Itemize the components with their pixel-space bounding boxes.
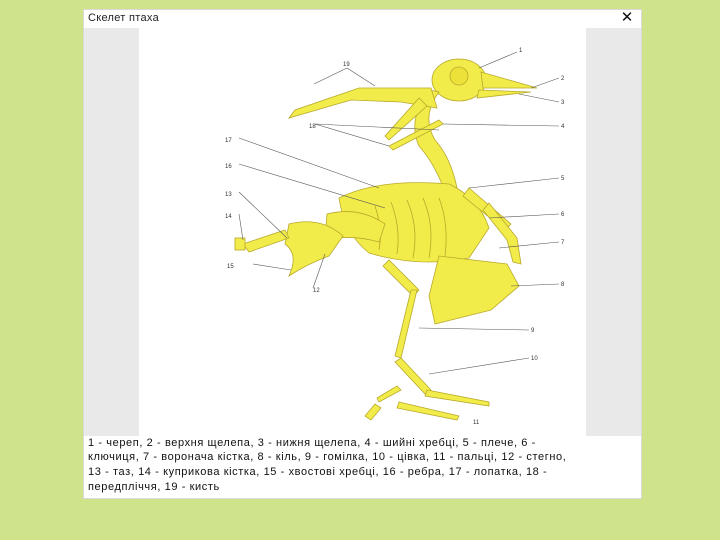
front-toes [424,389,490,407]
hind-toe [376,385,402,403]
part-label: 10 [531,356,538,362]
part-label: 1 [519,48,523,54]
part-label: 19 [343,62,350,68]
caption-line: 13 - таз, 14 - куприкова кістка, 15 - хв… [88,466,548,478]
pygostyle [234,237,246,251]
title-bar: Скелет птаха ✕ [84,10,641,28]
close-icon[interactable]: ✕ [619,10,635,26]
part-label: 17 [225,138,232,144]
part-label: 14 [225,214,232,220]
part-label: 16 [225,164,232,170]
part-label: 11 [473,420,480,426]
window-title: Скелет птаха [88,12,159,24]
caption-line: 1 - череп, 2 - верхня щелепа, 3 - нижня … [88,437,536,449]
part-label: 13 [225,192,232,198]
part-label: 7 [561,240,565,246]
part-label: 9 [531,328,535,334]
eye-orbit [449,66,469,86]
bird-skeleton-figure: 1 2 3 4 5 6 7 8 9 10 11 12 13 14 15 16 1… [139,28,586,436]
part-label: 2 [561,76,565,82]
caption-line: ключиця, 7 - воронача кістка, 8 - кіль, … [88,451,567,463]
part-label: 6 [561,212,565,218]
lower-wing [482,202,522,265]
part-label: 4 [561,124,565,130]
lower-beak [476,89,532,99]
caption-legend: 1 - череп, 2 - верхня щелепа, 3 - нижня … [84,436,641,498]
part-label: 8 [561,282,565,288]
bird-skeleton-drawing: 1 2 3 4 5 6 7 8 9 10 11 12 13 14 15 16 1… [225,48,565,426]
keel [428,255,520,325]
part-label: 15 [227,264,234,270]
part-label: 12 [313,288,320,294]
tarsus [394,357,432,395]
upper-beak [480,71,538,89]
left-margin-panel [84,28,139,436]
right-margin-panel [586,28,641,436]
tibia [394,289,418,359]
rear-foot [364,403,382,421]
part-label: 3 [561,100,565,106]
lower-toes [396,401,460,421]
part-label: 18 [309,124,316,130]
part-label: 5 [561,176,565,182]
skeleton-viewer-window: Скелет птаха ✕ 1 2 3 4 5 6 7 8 9 10 11 1… [84,10,641,498]
caption-line: передпліччя, 19 - кисть [88,481,220,493]
secondary-skull [284,221,344,278]
